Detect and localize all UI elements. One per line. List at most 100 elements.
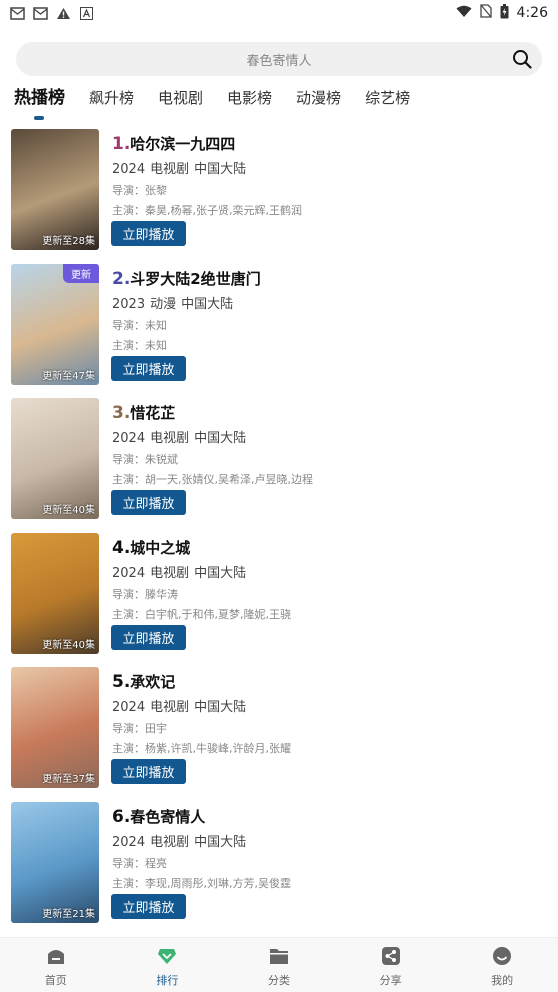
wifi-icon (456, 5, 472, 22)
ranking-list: 更新至28集 1.哈尔滨一九四四 2024 电视剧 中国大陆 导演：张黎 主演：秦昊… (0, 126, 558, 933)
year: 2024 (112, 431, 146, 446)
cast: 主演：未知 (112, 338, 167, 352)
home-icon (46, 946, 66, 966)
list-item[interactable]: 更新至40集 4.城中之城 2024 电视剧 中国大陆 导演：滕华涛 主演：白宇帆,… (0, 530, 558, 665)
title-text: 惜花芷 (130, 404, 176, 422)
region: 中国大陆 (194, 565, 247, 581)
item-meta: 2024 电视剧 中国大陆 (112, 831, 251, 850)
item-meta: 2024 电视剧 中国大陆 (112, 562, 251, 581)
tab-movie[interactable]: 电影榜 (227, 86, 272, 120)
region: 中国大陆 (181, 296, 234, 312)
year: 2024 (112, 162, 146, 177)
rank-number: 4. (112, 537, 131, 558)
item-title[interactable]: 4.城中之城 (112, 537, 190, 558)
episode-count: 更新至40集 (42, 639, 95, 651)
bottom-nav: 首页 排行 分类 分享 我的 (0, 937, 558, 992)
region: 中国大陆 (194, 834, 247, 850)
profile-icon (492, 946, 512, 966)
episode-count: 更新至47集 (42, 370, 95, 382)
poster-image[interactable]: 更新至28集 (11, 129, 99, 250)
region: 中国大陆 (194, 162, 247, 177)
search-bar[interactable]: 春色寄情人 (16, 42, 542, 76)
poster-image[interactable]: 更新至40集 (11, 532, 99, 654)
region: 中国大陆 (194, 700, 247, 715)
list-item[interactable]: 更新至21集 6.春色寄情人 2024 电视剧 中国大陆 导演：程亮 主演：李现,周… (0, 799, 558, 934)
item-title[interactable]: 1.哈尔滨一九四四 (112, 133, 235, 154)
play-button[interactable]: 立即播放 (111, 221, 186, 246)
list-item[interactable]: 更新至28集 1.哈尔滨一九四四 2024 电视剧 中国大陆 导演：张黎 主演：秦昊… (0, 126, 558, 261)
poster-image[interactable]: 更新 更新至47集 (11, 263, 99, 385)
clock: 4:26 (516, 5, 548, 21)
tab-indicator (34, 116, 44, 120)
font-icon (79, 6, 94, 20)
tab-variety[interactable]: 综艺榜 (365, 86, 410, 120)
cast: 主演：白宇帆,于和伟,夏梦,隆妮,王骁 (112, 607, 291, 621)
nav-share[interactable]: 分享 (335, 938, 447, 992)
tab-anime[interactable]: 动漫榜 (296, 86, 341, 120)
title-text: 斗罗大陆2绝世唐门 (130, 269, 261, 288)
nav-home[interactable]: 首页 (0, 938, 112, 992)
episode-count: 更新至28集 (42, 236, 95, 247)
update-badge: 更新 (63, 263, 99, 283)
rank-number: 3. (112, 403, 131, 423)
year: 2024 (112, 700, 146, 715)
play-button[interactable]: 立即播放 (111, 893, 186, 919)
play-button[interactable]: 立即播放 (111, 490, 186, 515)
nav-category[interactable]: 分类 (223, 938, 335, 992)
cast: 主演：李现,周雨彤,刘琳,方芳,吴俊霆 (112, 876, 291, 890)
tab-bar: 热播榜 飙升榜 电视剧 电影榜 动漫榜 综艺榜 (14, 86, 434, 120)
director: 导演：未知 (112, 318, 167, 332)
poster-image[interactable]: 更新至37集 (11, 667, 99, 788)
title-text: 哈尔滨一九四四 (130, 135, 236, 153)
list-item[interactable]: 更新至40集 3.惜花芷 2024 电视剧 中国大陆 导演：朱锐斌 主演：胡一天,张… (0, 395, 558, 530)
rank-number: 2. (112, 268, 131, 289)
play-button[interactable]: 立即播放 (111, 624, 186, 650)
year: 2024 (112, 834, 146, 850)
tab-hot[interactable]: 热播榜 (14, 86, 65, 120)
share-icon (381, 946, 401, 966)
genre: 电视剧 (150, 565, 190, 581)
play-button[interactable]: 立即播放 (111, 355, 186, 381)
no-sim-icon (479, 4, 492, 22)
list-item[interactable]: 更新至37集 5.承欢记 2024 电视剧 中国大陆 导演：田宇 主演：杨紫,许凯,… (0, 664, 558, 799)
mail-icon (10, 6, 25, 20)
item-title[interactable]: 2.斗罗大陆2绝世唐门 (112, 268, 261, 289)
genre: 电视剧 (150, 162, 190, 177)
title-text: 城中之城 (130, 538, 191, 557)
poster-image[interactable]: 更新至40集 (11, 398, 99, 519)
title-text: 春色寄情人 (130, 807, 206, 826)
play-button[interactable]: 立即播放 (111, 759, 186, 784)
item-title[interactable]: 6.春色寄情人 (112, 806, 205, 827)
poster-image[interactable]: 更新至21集 (11, 801, 99, 923)
tab-tv[interactable]: 电视剧 (158, 86, 203, 120)
nav-profile[interactable]: 我的 (446, 938, 558, 992)
rank-number: 6. (112, 806, 131, 827)
cast: 主演：秦昊,杨幂,张子贤,栾元辉,王鹤润 (112, 204, 302, 217)
title-text: 承欢记 (130, 673, 176, 691)
warning-icon (56, 7, 71, 20)
year: 2024 (112, 565, 146, 581)
search-icon[interactable] (512, 49, 532, 69)
tab-rising[interactable]: 飙升榜 (89, 86, 134, 120)
item-meta: 2024 电视剧 中国大陆 (112, 158, 251, 177)
item-title[interactable]: 3.惜花芷 (112, 402, 175, 423)
episode-count: 更新至37集 (42, 774, 95, 785)
item-meta: 2024 电视剧 中国大陆 (112, 427, 251, 446)
director: 导演：田宇 (112, 722, 167, 735)
director: 导演：朱锐斌 (112, 453, 178, 466)
director: 导演：程亮 (112, 856, 167, 870)
rank-number: 1. (112, 134, 131, 154)
battery-icon (500, 3, 509, 23)
ranking-icon (157, 946, 177, 966)
genre: 电视剧 (150, 700, 190, 715)
episode-count: 更新至21集 (42, 908, 95, 920)
list-item[interactable]: 更新 更新至47集 2.斗罗大陆2绝世唐门 2023 动漫 中国大陆 导演：未知 主… (0, 261, 558, 396)
status-bar: 4:26 (0, 0, 558, 26)
cast: 主演：杨紫,许凯,牛骏峰,许龄月,张耀 (112, 742, 291, 755)
item-meta: 2024 电视剧 中国大陆 (112, 696, 251, 715)
item-meta: 2023 动漫 中国大陆 (112, 293, 238, 312)
director: 导演：张黎 (112, 184, 167, 197)
item-title[interactable]: 5.承欢记 (112, 671, 175, 692)
nav-ranking[interactable]: 排行 (112, 938, 224, 992)
genre: 动漫 (150, 296, 177, 312)
